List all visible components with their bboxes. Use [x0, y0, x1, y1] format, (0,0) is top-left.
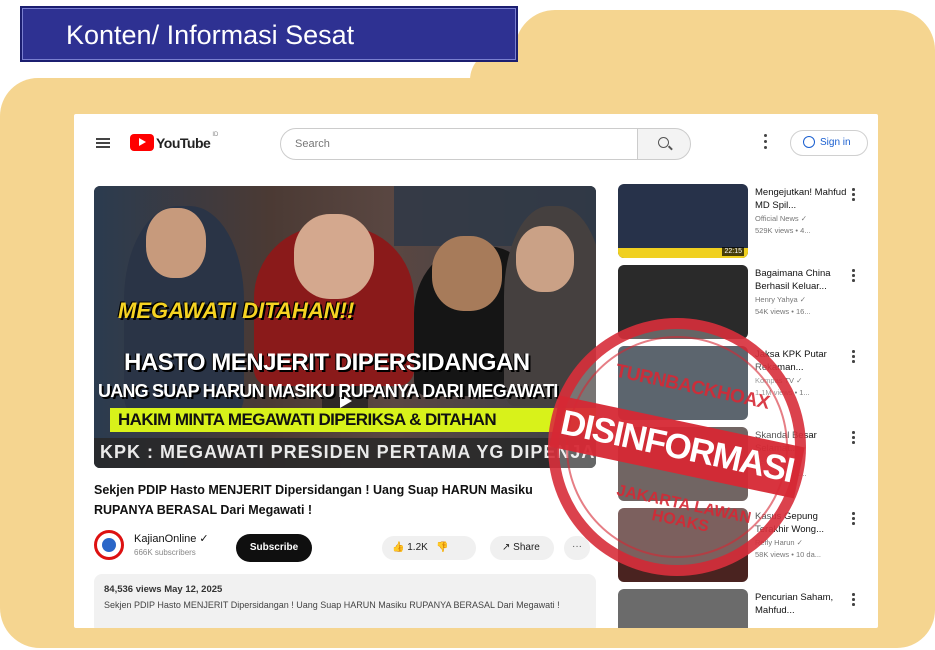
- more-kebab-icon[interactable]: [852, 269, 855, 283]
- video-overlay-line4: HAKIM MINTA MEGAWATI DIPERIKSA & DITAHAN: [110, 408, 596, 432]
- like-button[interactable]: 👍 1.2K 👎: [382, 536, 476, 560]
- recommended-title[interactable]: Mengejutkan! Mahfud MD Spil...: [755, 186, 847, 212]
- recommended-video[interactable]: 22:15 Mengejutkan! Mahfud MD Spil... Off…: [618, 184, 868, 260]
- video-overlay-line2: HASTO MENJERIT DIPERSIDANGAN: [124, 349, 530, 376]
- youtube-logo[interactable]: YouTube ID: [130, 131, 219, 151]
- like-count: 1.2K: [407, 542, 428, 553]
- thumbs-up-icon: 👍: [392, 542, 405, 553]
- user-icon: [803, 136, 815, 148]
- recommended-title[interactable]: Bagaimana China Berhasil Keluar...: [755, 267, 847, 293]
- recommended-title[interactable]: Pencurian Saham, Mahfud...: [755, 591, 847, 617]
- video-person-right-head: [432, 236, 502, 311]
- youtube-topbar: YouTube ID Search Sign in: [74, 114, 878, 172]
- video-person-left-head: [146, 208, 206, 278]
- channel-avatar[interactable]: [94, 530, 124, 560]
- description-box[interactable]: 84,536 views May 12, 2025 Sekjen PDIP Ha…: [94, 574, 596, 628]
- youtube-logo-text: YouTube: [156, 134, 211, 151]
- more-kebab-icon[interactable]: [852, 431, 855, 445]
- more-kebab-icon[interactable]: [852, 593, 855, 607]
- more-kebab-icon[interactable]: [852, 188, 855, 202]
- more-kebab-icon[interactable]: [852, 512, 855, 526]
- video-title: Sekjen PDIP Hasto MENJERIT Dipersidangan…: [94, 483, 533, 517]
- channel-name[interactable]: KajianOnline ✓: [134, 532, 209, 545]
- share-button[interactable]: ↗ Share: [490, 536, 554, 560]
- search-icon: [658, 137, 669, 148]
- video-person-center-head: [294, 214, 374, 299]
- youtube-play-icon: [130, 134, 154, 151]
- recommended-thumbnail[interactable]: [618, 589, 748, 628]
- page: Konten/ Informasi Sesat YouTube ID Searc…: [0, 0, 935, 650]
- youtube-region-code: ID: [212, 131, 219, 138]
- recommended-thumbnail[interactable]: 22:15: [618, 184, 748, 258]
- video-player[interactable]: MEGAWATI DITAHAN!! HASTO MENJERIT DIPERS…: [94, 186, 596, 468]
- disinformation-stamp: TURNBACKHOAX DISINFORMASI JAKARTA LAWAN …: [548, 318, 806, 576]
- search-button[interactable]: [637, 128, 691, 160]
- share-icon: ↗: [502, 542, 511, 553]
- video-overlay-line1: MEGAWATI DITAHAN!!: [118, 298, 355, 323]
- recommended-views: 54K views • 16...: [755, 307, 811, 316]
- share-label: Share: [513, 542, 540, 553]
- description-meta: 84,536 views May 12, 2025: [104, 584, 223, 595]
- recommended-views: 529K views • 4...: [755, 226, 811, 235]
- video-duration: 22:15: [722, 247, 744, 256]
- subscribe-button[interactable]: Subscribe: [236, 534, 312, 562]
- description-text: Sekjen PDIP Hasto MENJERIT Dipersidangan…: [104, 600, 560, 610]
- channel-subscribers: 666K subscribers: [134, 548, 196, 557]
- sign-in-label: Sign in: [820, 137, 851, 148]
- video-overlay-line5: KPK : MEGAWATI PRESIDEN PERTAMA YG DIPEN…: [94, 438, 596, 468]
- recommended-channel: Official News ✓: [755, 214, 807, 223]
- sign-in-button[interactable]: Sign in: [790, 130, 868, 156]
- video-overlay-line3: UANG SUAP HARUN MASIKU RUPANYA DARI MEGA…: [98, 381, 558, 401]
- recommended-channel: Henry Yahya ✓: [755, 295, 807, 304]
- channel-row: KajianOnline ✓ 666K subscribers Subscrib…: [94, 530, 604, 564]
- page-title: Konten/ Informasi Sesat: [20, 6, 518, 62]
- menu-icon[interactable]: [96, 138, 110, 148]
- thumbs-down-icon[interactable]: 👎: [431, 542, 448, 553]
- search-input[interactable]: Search: [280, 128, 638, 160]
- recommended-video[interactable]: Pencurian Saham, Mahfud...: [618, 589, 868, 628]
- video-person-far-right-head: [516, 226, 574, 292]
- settings-kebab-icon[interactable]: [764, 134, 768, 150]
- more-kebab-icon[interactable]: [852, 350, 855, 364]
